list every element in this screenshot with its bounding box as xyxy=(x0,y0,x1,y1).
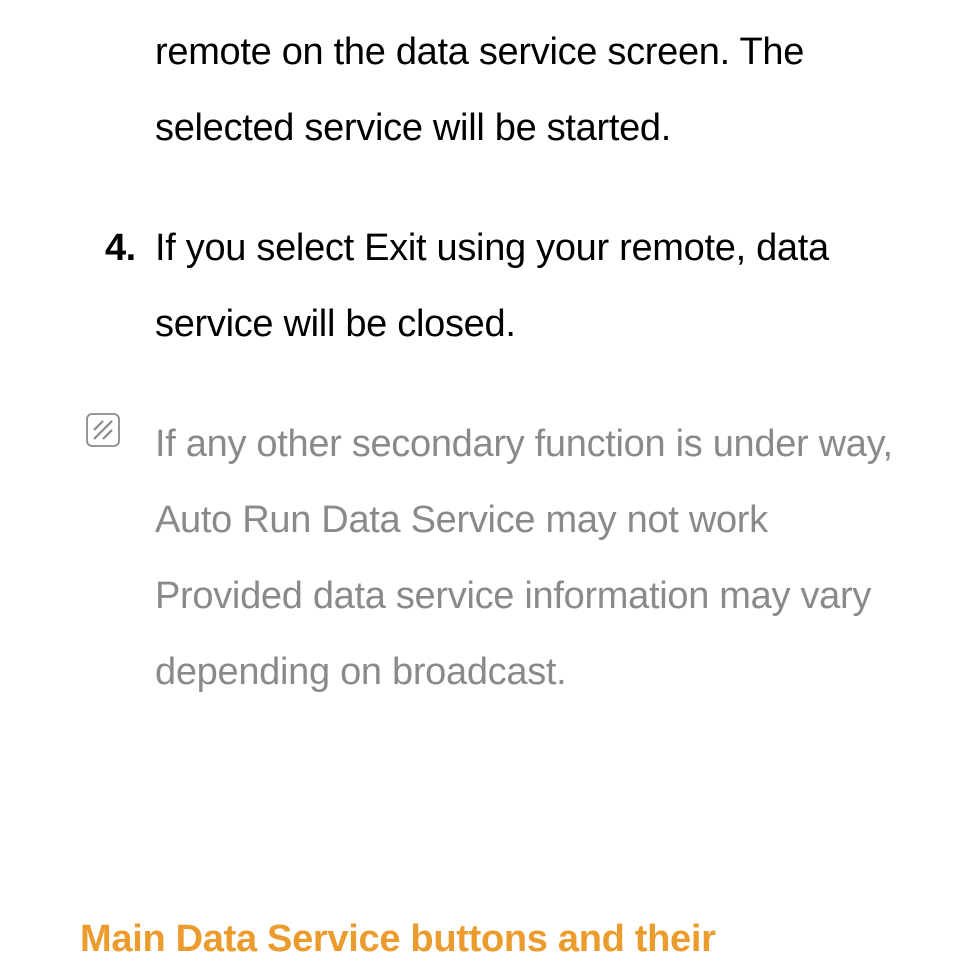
list-item-text: If you select Exit using your remote, da… xyxy=(155,210,914,362)
list-item-number: 4. xyxy=(105,210,155,362)
continuation-paragraph: remote on the data service screen. The s… xyxy=(0,0,954,166)
note-text: If any other secondary function is under… xyxy=(155,406,914,710)
section-heading: Main Data Service buttons and their xyxy=(0,918,716,961)
note-block: If any other secondary function is under… xyxy=(0,406,954,710)
list-item-4: 4. If you select Exit using your remote,… xyxy=(0,210,954,362)
page-content: remote on the data service screen. The s… xyxy=(0,0,954,710)
note-icon xyxy=(85,412,121,448)
